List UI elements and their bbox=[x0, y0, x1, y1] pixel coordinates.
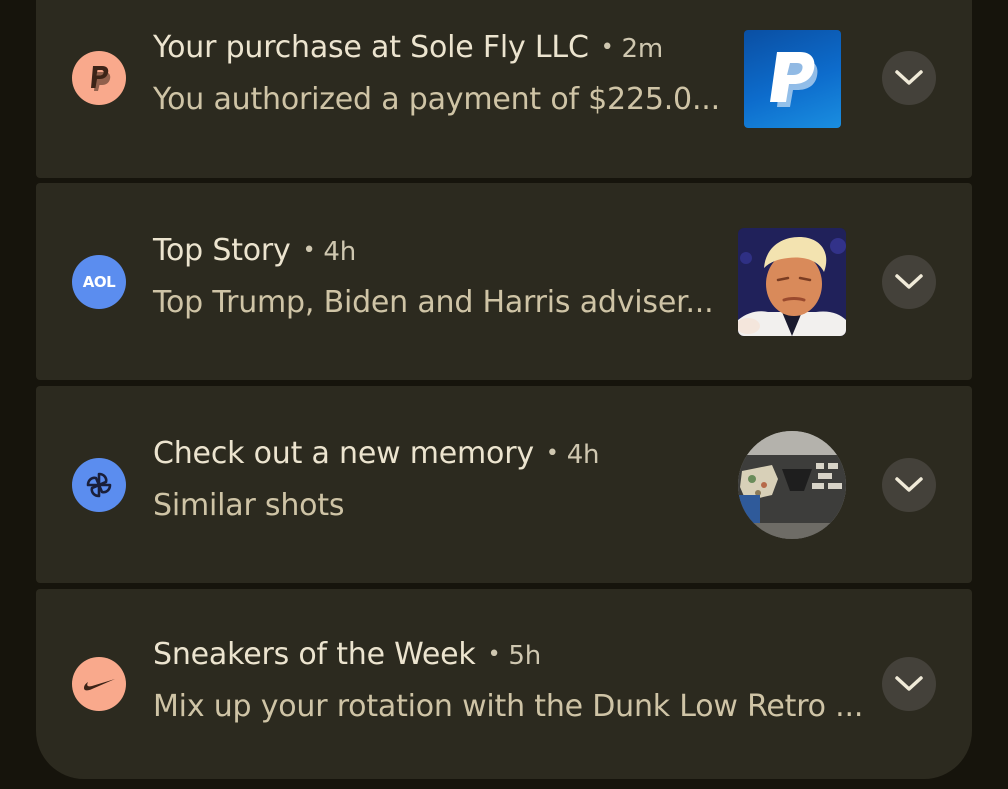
separator-dot: • bbox=[600, 35, 614, 60]
notification-time: 5h bbox=[508, 641, 541, 671]
memory-photo-image bbox=[738, 431, 846, 539]
expand-button[interactable] bbox=[882, 255, 936, 309]
notification-time: 4h bbox=[323, 237, 357, 267]
chevron-down-icon bbox=[895, 274, 923, 289]
notification-body: Similar shots bbox=[153, 488, 345, 523]
expand-button[interactable] bbox=[882, 458, 936, 512]
notification-title: Check out a new memory bbox=[153, 436, 534, 471]
chevron-down-icon bbox=[895, 676, 923, 691]
separator-dot: • bbox=[302, 238, 316, 263]
notification-title-line: Your purchase at Sole Fly LLC • 2m bbox=[153, 30, 663, 65]
nike-swoosh-icon bbox=[72, 657, 126, 711]
notification-time: 2m bbox=[621, 34, 663, 64]
expand-button[interactable] bbox=[882, 657, 936, 711]
notification-time: 4h bbox=[566, 440, 600, 470]
google-photos-pinwheel-icon bbox=[72, 458, 126, 512]
notification-card-paypal[interactable]: Your purchase at Sole Fly LLC • 2m You aut… bbox=[36, 0, 972, 178]
notification-title-line: Check out a new memory • 4h bbox=[153, 436, 600, 471]
notification-card-photos[interactable]: Check out a new memory • 4h Similar shots bbox=[36, 386, 972, 583]
paypal-logo-image bbox=[744, 30, 841, 128]
notification-title: Your purchase at Sole Fly LLC bbox=[153, 30, 589, 65]
news-portrait-image bbox=[738, 228, 846, 336]
expand-button[interactable] bbox=[882, 51, 936, 105]
separator-dot: • bbox=[545, 441, 559, 466]
notification-body: You authorized a payment of $225.0... bbox=[153, 82, 720, 117]
paypal-icon bbox=[72, 51, 126, 105]
notification-title-line: Sneakers of the Week • 5h bbox=[153, 637, 541, 672]
aol-icon: AOL bbox=[72, 255, 126, 309]
separator-dot: • bbox=[487, 642, 501, 667]
notification-body: Mix up your rotation with the Dunk Low R… bbox=[153, 689, 864, 724]
notification-title-line: Top Story • 4h bbox=[153, 233, 356, 268]
notification-title: Sneakers of the Week bbox=[153, 637, 476, 672]
notification-card-nike[interactable]: Sneakers of the Week • 5h Mix up your rota… bbox=[36, 589, 972, 779]
notification-title: Top Story bbox=[153, 233, 291, 268]
chevron-down-icon bbox=[895, 477, 923, 492]
chevron-down-icon bbox=[895, 70, 923, 85]
aol-icon-text: AOL bbox=[82, 273, 116, 291]
notification-body: Top Trump, Biden and Harris adviser... bbox=[153, 285, 714, 320]
notification-card-aol[interactable]: AOL Top Story • 4h Top Trump, Biden and Ha… bbox=[36, 183, 972, 380]
